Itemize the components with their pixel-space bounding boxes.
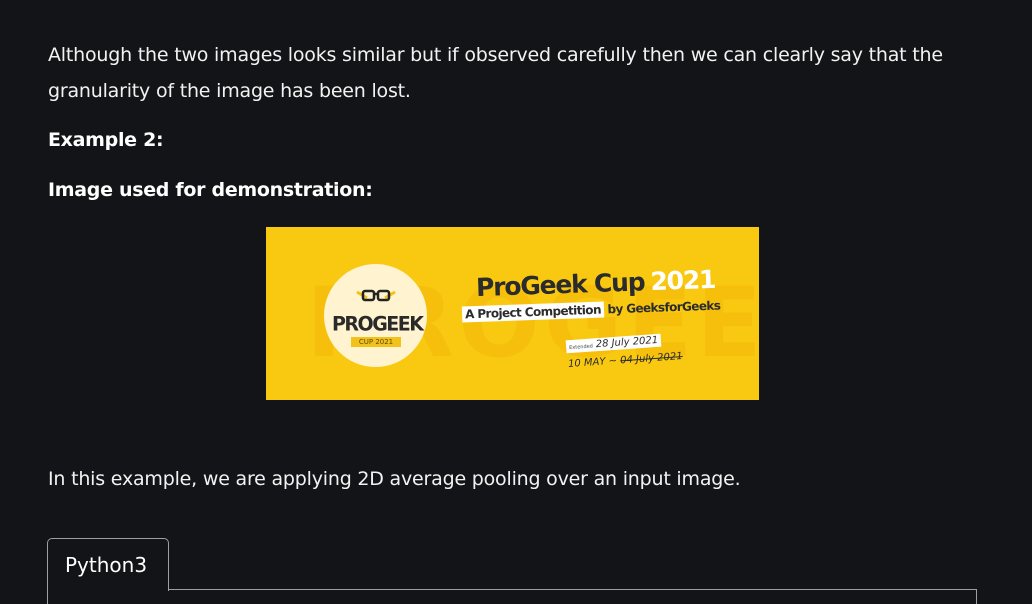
- tab-python3-label: Python3: [65, 553, 148, 577]
- glasses-icon: [356, 289, 396, 302]
- banner-title-text: ProGeek Cup: [475, 267, 645, 303]
- progeek-cup-banner-image: PROGEEK PROGEEK CUP 2021 ProGeek Cup2021…: [266, 227, 759, 400]
- date-separator: ~: [608, 355, 618, 368]
- paragraph-granularity: Although the two images looks similar bu…: [48, 44, 943, 102]
- tab-border-cover: [48, 588, 168, 592]
- heading-image-demonstration: Image used for demonstration:: [48, 179, 373, 201]
- heading-example-2: Example 2:: [48, 129, 164, 151]
- logo-subtitle: CUP 2021: [351, 337, 401, 347]
- logo-word: PROGEEK: [332, 312, 424, 336]
- code-block-panel: [47, 589, 977, 604]
- tab-python3[interactable]: Python3: [47, 538, 169, 591]
- banner-title-year: 2021: [649, 264, 716, 297]
- extended-label: Extended: [569, 343, 594, 352]
- paragraph-example-description: In this example, we are applying 2D aver…: [48, 468, 741, 490]
